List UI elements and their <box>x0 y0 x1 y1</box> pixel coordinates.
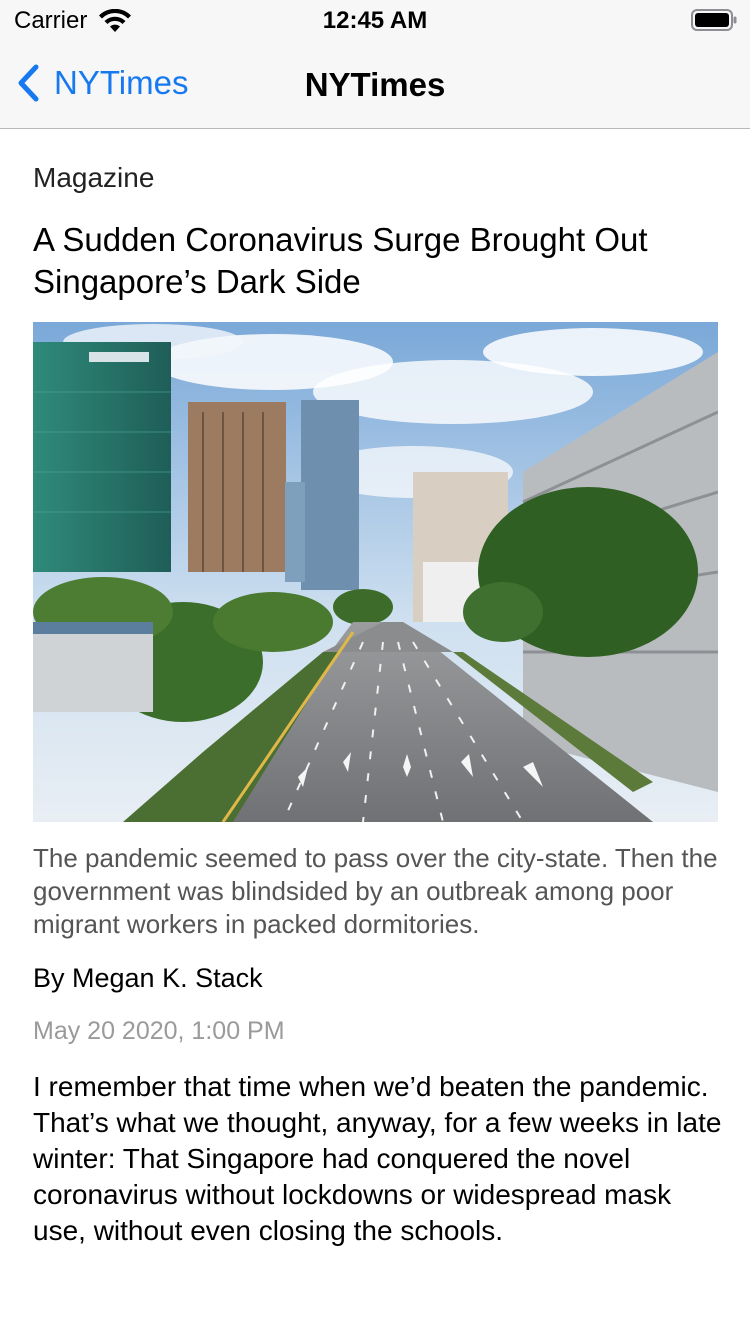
image-caption: The pandemic seemed to pass over the cit… <box>33 843 718 939</box>
top-chrome: Carrier 12:45 AM NYTimes NYTimes <box>0 0 750 129</box>
nav-title: NYTimes <box>304 66 446 103</box>
article-body: I remember that time when we’d beaten th… <box>33 1071 722 1246</box>
battery-icon <box>691 9 737 31</box>
hero-photo[interactable] <box>33 322 718 822</box>
navigation-bar: NYTimes NYTimes <box>0 40 750 128</box>
publish-date: May 20 2020, 1:00 PM <box>33 1017 285 1045</box>
article-headline: A Sudden Coronavirus Surge Brought Out S… <box>33 221 648 300</box>
status-bar: Carrier 12:45 AM <box>0 0 750 40</box>
section-label: Magazine <box>33 162 155 193</box>
status-time: 12:45 AM <box>322 7 428 34</box>
byline: By Megan K. Stack <box>33 963 263 993</box>
